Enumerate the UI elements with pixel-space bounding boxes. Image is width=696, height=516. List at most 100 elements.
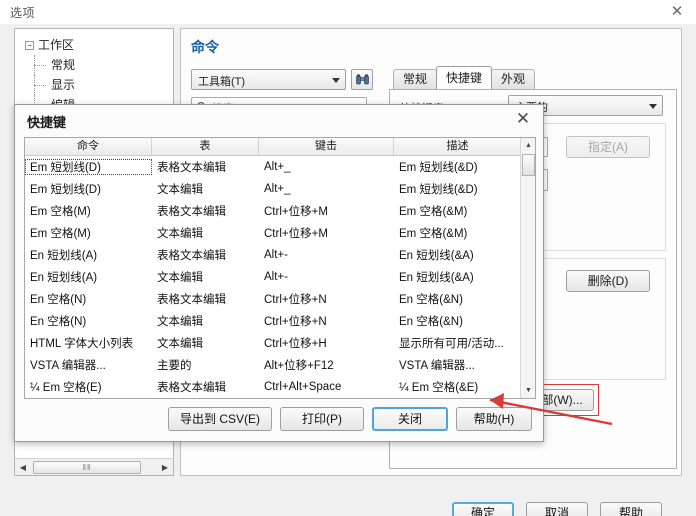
table-row[interactable]: En 短划线(A) 表格文本编辑 Alt+- En 短划线(&A) (25, 244, 535, 266)
table-row[interactable]: Em 短划线(D) 文本编辑 Alt+_ Em 短划线(&D) (25, 178, 535, 200)
tree-item-workspace[interactable]: − 工作区 (19, 35, 169, 55)
cell-command: Em 空格(M) (30, 206, 91, 218)
scrollbar-thumb[interactable]: ‖‖ (33, 460, 141, 474)
ok-button[interactable]: 确定 (452, 502, 514, 516)
scrollbar-track[interactable]: ‖‖ (31, 460, 157, 475)
cell-table: 文本编辑 (157, 184, 203, 196)
cell-command: En 短划线(A) (30, 272, 98, 284)
table-header-row: 命令 表 键击 描述 (25, 138, 535, 156)
cell-description: VSTA 编辑器... (399, 360, 475, 372)
tree-item-display[interactable]: 显示 (19, 75, 169, 95)
export-csv-button[interactable]: 导出到 CSV(E) (168, 407, 272, 431)
cell-description: Em 空格(&M) (399, 206, 468, 218)
shortcut-keys-dialog: 快捷键 ✕ 命令 表 键击 描述 Em 短划线(D) 表格文本编辑 Alt+_ Em … (14, 104, 544, 442)
table-row[interactable]: ¼ Em 空格(E) 表格文本编辑 Ctrl+Alt+Space ¼ Em 空格(&E… (25, 376, 535, 398)
cell-table: 主要的 (157, 360, 192, 372)
table-vertical-scrollbar[interactable]: ▲ ▼ (520, 138, 535, 398)
help-button[interactable]: 帮助 (600, 502, 662, 516)
chevron-down-icon[interactable] (332, 78, 340, 83)
cell-command: HTML 字体大小列表 (30, 338, 134, 350)
cell-description: En 空格(&N) (399, 294, 463, 306)
commands-heading: 命令 (191, 39, 219, 55)
cell-command: Em 空格(M) (30, 228, 91, 240)
options-window: 选项 ✕ −工作区 常规 显示 编辑 PowerClip 图文框 (0, 0, 696, 516)
cell-keystroke: Alt+_ (264, 161, 291, 173)
cell-keystroke: Ctrl+位移+N (264, 294, 327, 306)
tree-item-general[interactable]: 常规 (19, 55, 169, 75)
cell-command: Em 短划线(D) (30, 184, 101, 196)
tab-general[interactable]: 常规 (393, 69, 438, 89)
cell-table: 表格文本编辑 (157, 294, 226, 306)
scroll-left-icon[interactable]: ◀ (15, 459, 31, 475)
command-scope-value: 工具箱(T) (198, 76, 246, 88)
cell-command: En 空格(N) (30, 294, 87, 306)
cell-keystroke: Ctrl+位移+M (264, 206, 328, 218)
cell-table: 表格文本编辑 (157, 162, 226, 174)
cell-description: 显示所有可用/活动... (399, 338, 504, 350)
help-button[interactable]: 帮助(H) (456, 407, 532, 431)
print-button[interactable]: 打印(P) (280, 407, 364, 431)
table-row[interactable]: Em 空格(M) 文本编辑 Ctrl+位移+M Em 空格(&M) (25, 222, 535, 244)
cell-description: Em 短划线(&D) (399, 184, 478, 196)
cell-command: En 空格(N) (30, 316, 87, 328)
cell-description: En 空格(&N) (399, 316, 463, 328)
cell-description: Em 空格(&M) (399, 228, 468, 240)
tree-item-label: 工作区 (38, 38, 75, 52)
cell-command: Em 短划线(D) (25, 159, 152, 175)
scroll-right-icon[interactable]: ▶ (157, 459, 173, 475)
table-row[interactable]: HTML 字体大小列表 文本编辑 Ctrl+位移+H 显示所有可用/活动... (25, 332, 535, 354)
cell-command: En 短划线(A) (30, 250, 98, 262)
cell-keystroke: Ctrl+位移+H (264, 338, 327, 350)
cell-table: 文本编辑 (157, 228, 203, 240)
dialog-titlebar: 快捷键 ✕ (15, 105, 543, 135)
delete-button[interactable]: 删除(D) (566, 270, 650, 292)
collapse-icon[interactable]: − (25, 41, 34, 51)
assign-button[interactable]: 指定(A) (566, 136, 650, 158)
table-row[interactable]: VSTA 编辑器... 主要的 Alt+位移+F12 VSTA 编辑器... (25, 354, 535, 376)
close-icon[interactable]: ✕ (666, 2, 688, 22)
command-scope-select[interactable]: 工具箱(T) (191, 69, 346, 90)
dialog-title: 快捷键 (27, 115, 67, 130)
tab-shortcut-keys[interactable]: 快捷键 (436, 66, 493, 89)
cell-table: 表格文本编辑 (157, 382, 226, 394)
close-button[interactable]: 关闭 (372, 407, 448, 431)
chevron-down-icon[interactable] (649, 104, 657, 109)
find-command-button[interactable] (351, 69, 373, 90)
tabstrip: 常规 快捷键 外观 (393, 66, 536, 89)
column-header-keystroke[interactable]: 键击 (259, 138, 394, 155)
cell-keystroke: Ctrl+Alt+Space (264, 381, 342, 393)
window-titlebar: 选项 ✕ (0, 0, 696, 24)
cell-table: 表格文本编辑 (157, 206, 226, 218)
cell-keystroke: Alt+_ (264, 183, 291, 195)
tree-item-label: 显示 (51, 78, 76, 92)
scroll-down-icon[interactable]: ▼ (521, 383, 536, 398)
cell-description: Em 短划线(&D) (399, 162, 478, 174)
table-row[interactable]: En 空格(N) 文本编辑 Ctrl+位移+N En 空格(&N) (25, 310, 535, 332)
cell-description: ¼ Em 空格(&E) (399, 382, 479, 394)
table-row[interactable]: En 短划线(A) 文本编辑 Alt+- En 短划线(&A) (25, 266, 535, 288)
tree-horizontal-scrollbar[interactable]: ◀ ‖‖ ▶ (15, 458, 173, 475)
cancel-button[interactable]: 取消 (526, 502, 588, 516)
cell-table: 文本编辑 (157, 272, 203, 284)
close-icon[interactable]: ✕ (511, 108, 535, 130)
table-row[interactable]: Em 短划线(D) 表格文本编辑 Alt+_ Em 短划线(&D) (25, 156, 535, 178)
cell-description: En 短划线(&A) (399, 272, 474, 284)
cell-table: 表格文本编辑 (157, 250, 226, 262)
cell-table: 文本编辑 (157, 316, 203, 328)
tab-appearance[interactable]: 外观 (491, 69, 536, 89)
cell-description: En 短划线(&A) (399, 250, 474, 262)
table-row[interactable]: En 空格(N) 表格文本编辑 Ctrl+位移+N En 空格(&N) (25, 288, 535, 310)
binoculars-icon (355, 74, 369, 85)
cell-command: VSTA 编辑器... (30, 360, 106, 372)
cell-keystroke: Alt+位移+F12 (264, 360, 334, 372)
window-title: 选项 (10, 6, 36, 20)
scroll-up-icon[interactable]: ▲ (521, 138, 536, 153)
cell-keystroke: Ctrl+位移+N (264, 316, 327, 328)
column-header-description[interactable]: 描述 (394, 138, 521, 155)
cell-keystroke: Ctrl+位移+M (264, 228, 328, 240)
scrollbar-thumb[interactable] (522, 154, 535, 176)
column-header-table[interactable]: 表 (152, 138, 259, 155)
cell-keystroke: Alt+- (264, 271, 288, 283)
table-row[interactable]: Em 空格(M) 表格文本编辑 Ctrl+位移+M Em 空格(&M) (25, 200, 535, 222)
column-header-command[interactable]: 命令 (25, 138, 152, 155)
